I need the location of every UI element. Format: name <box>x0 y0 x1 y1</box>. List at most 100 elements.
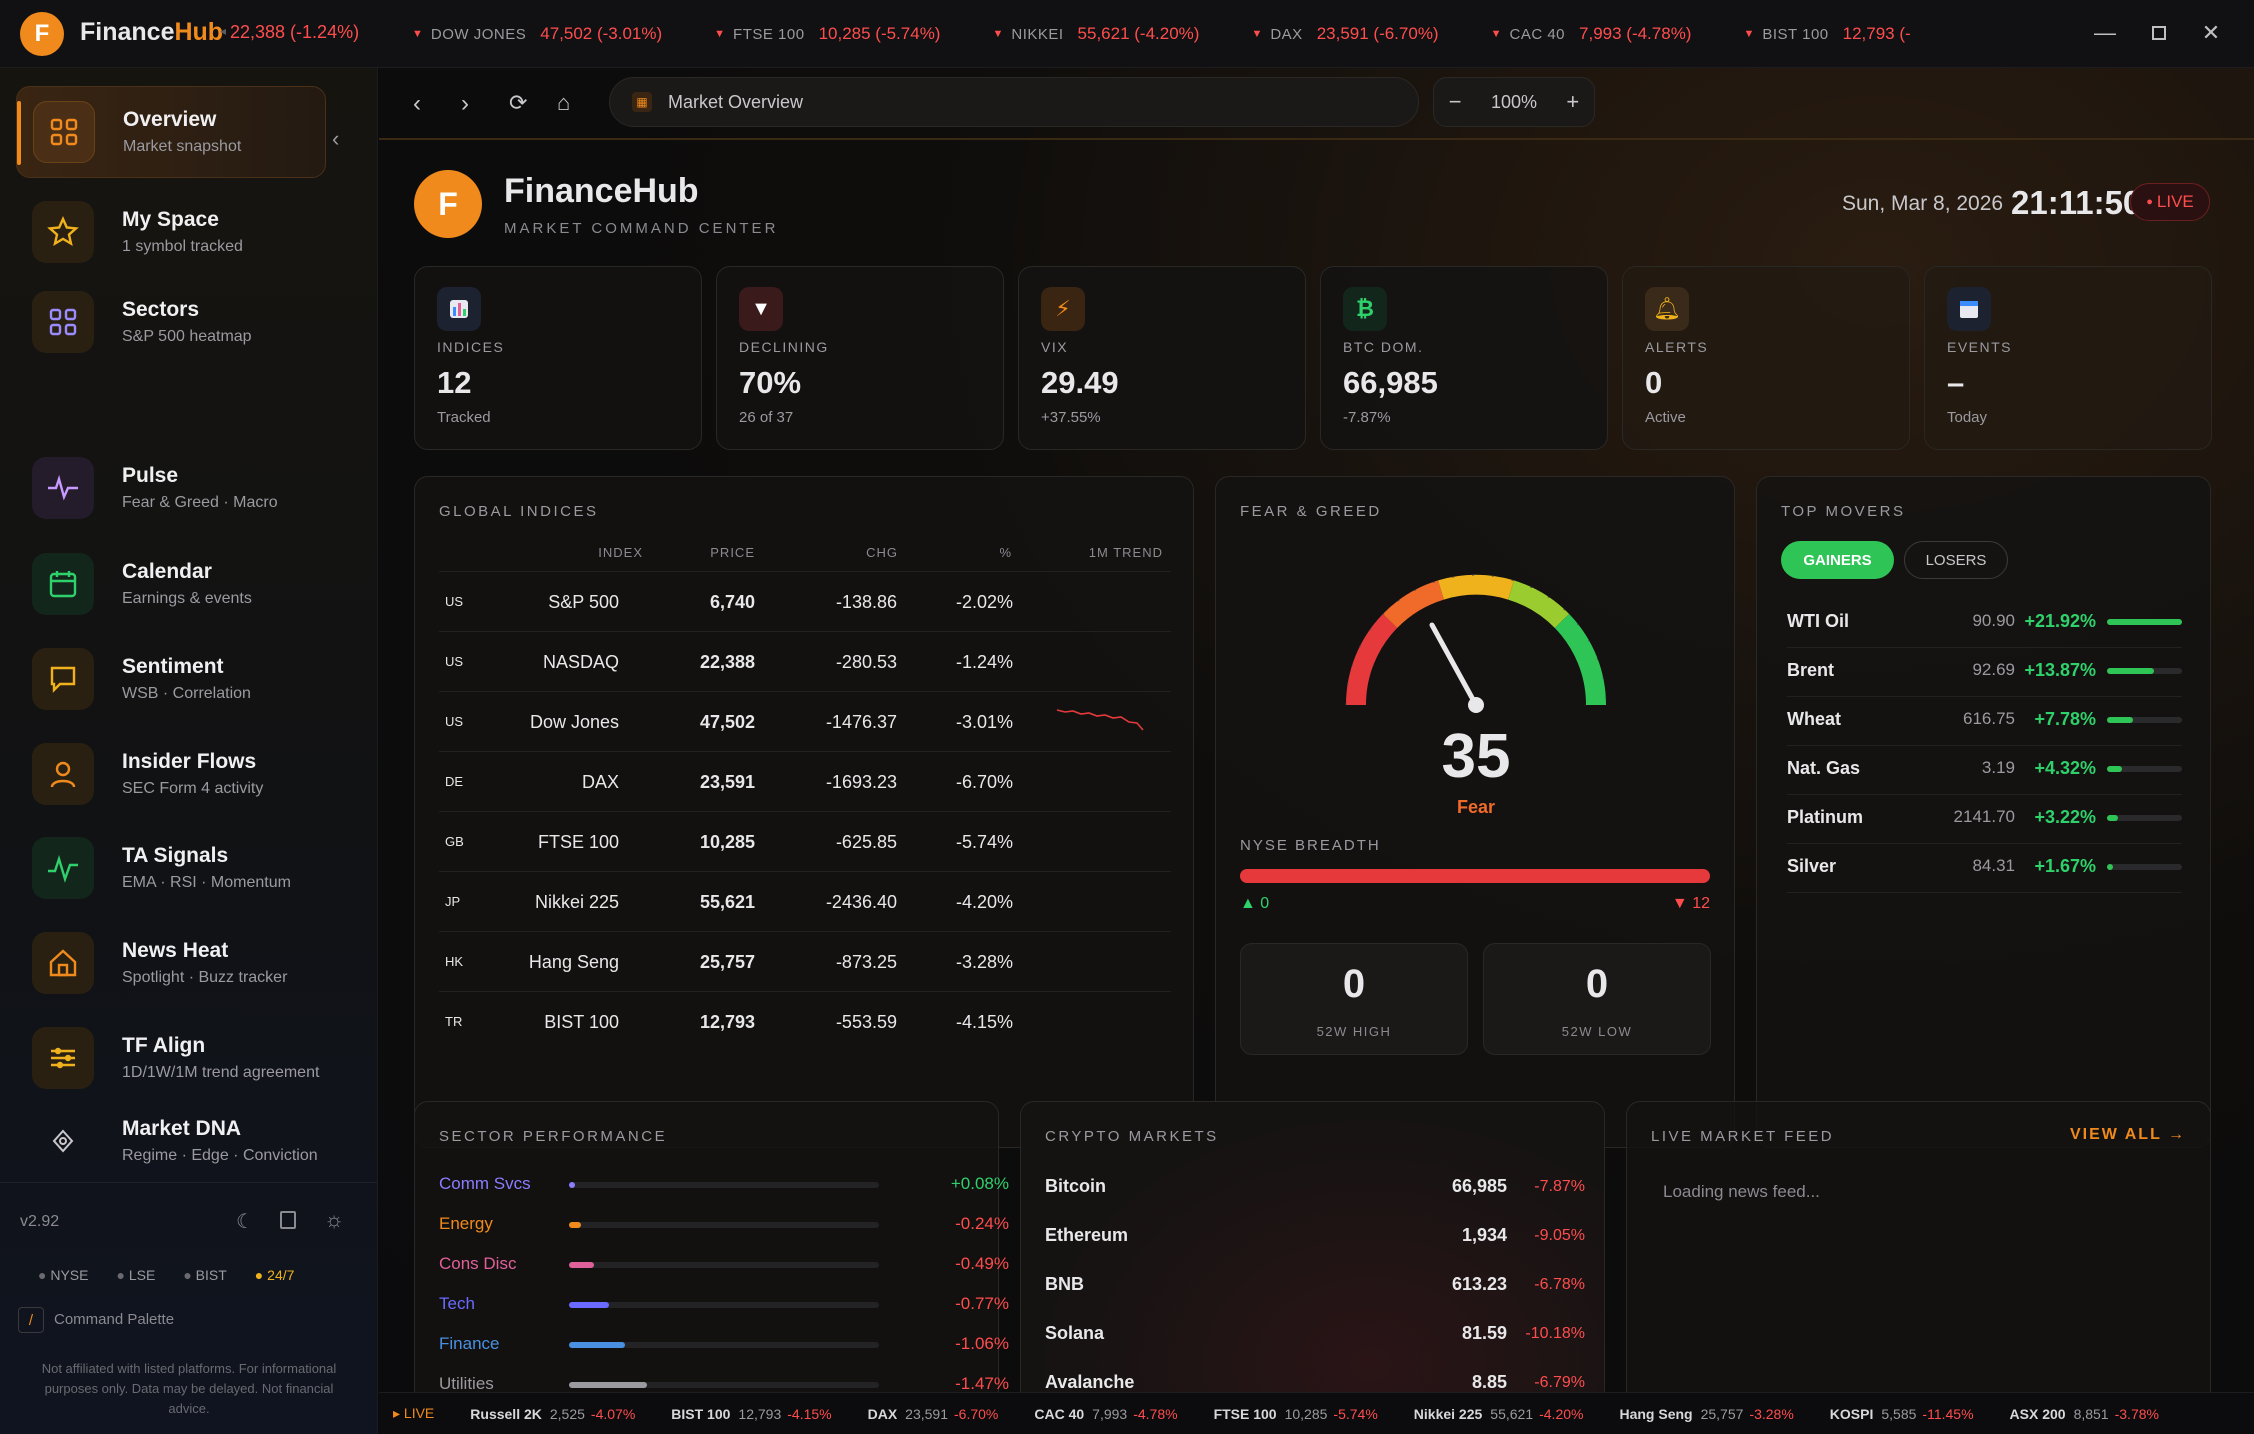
market-crypto: ● 24/7 <box>254 1267 295 1283</box>
index-name: Nikkei 225 <box>534 892 619 912</box>
mover-row[interactable]: Wheat 616.75 +7.78% <box>1787 697 2182 746</box>
ticker-change: -4.78% <box>1133 1405 1178 1422</box>
sidebar-item-news-heat[interactable]: News Heat Spotlight · Buzz tracker <box>16 917 326 1009</box>
command-key-badge: / <box>18 1307 44 1333</box>
stat-value: – <box>1947 365 1965 400</box>
stat-card-alerts[interactable]: 🔔︎ ALERTS 0 Active <box>1622 266 1910 450</box>
sector-bar-fill <box>569 1382 647 1388</box>
collapse-sidebar-button[interactable]: ‹ <box>332 126 339 152</box>
crypto-row[interactable]: Solana 81.59 -10.18% <box>1045 1323 1585 1372</box>
sidebar-item-tf-align[interactable]: TF Align 1D/1W/1M trend agreement <box>16 1012 326 1104</box>
sidebar-item-overview[interactable]: Overview Market snapshot <box>16 86 326 178</box>
index-change: -553.59 <box>835 1012 897 1032</box>
index-percent: -1.24% <box>955 652 1013 672</box>
stat-card-vix[interactable]: ⚡ VIX 29.49 +37.55% <box>1018 266 1306 450</box>
crypto-row[interactable]: BNB 613.23 -6.78% <box>1045 1274 1585 1323</box>
sector-row[interactable]: Energy -0.24% <box>439 1214 1009 1254</box>
index-percent: -6.70% <box>955 772 1013 792</box>
ticker-price: 25,757 <box>1700 1405 1744 1422</box>
mover-bar <box>2107 619 2182 625</box>
maximize-button[interactable] <box>2144 18 2174 48</box>
sector-row[interactable]: Cons Disc -0.49% <box>439 1254 1009 1294</box>
sector-row[interactable]: Tech -0.77% <box>439 1294 1009 1334</box>
stat-card-declining[interactable]: ▼ DECLINING 70% 26 of 37 <box>716 266 1004 450</box>
ticker-name: FTSE 100 <box>1213 1405 1277 1422</box>
sidebar-item-pulse[interactable]: Pulse Fear & Greed · Macro <box>16 442 326 534</box>
index-name: BIST 100 <box>544 1012 619 1032</box>
sun-icon[interactable]: ☼ <box>324 1207 344 1233</box>
mover-bar <box>2107 815 2182 821</box>
ticker-item: ▼ FTSE 100 10,285 (-5.74%) <box>714 24 941 43</box>
zoom-level: 100% <box>1490 91 1538 112</box>
sidebar-item-insider-flows[interactable]: Insider Flows SEC Form 4 activity <box>16 728 326 820</box>
view-all-link[interactable]: VIEW ALL → <box>2070 1126 2186 1144</box>
sidebar-item-calendar[interactable]: Calendar Earnings & events <box>16 538 326 630</box>
sector-row[interactable]: Comm Svcs +0.08% <box>439 1174 1009 1214</box>
nav-subtitle: Earnings & events <box>122 590 252 607</box>
nav-title: TA Signals <box>122 844 229 867</box>
mover-price: 2141.70 <box>1953 807 2015 826</box>
back-button[interactable]: ‹ <box>413 90 421 118</box>
table-row[interactable]: JP Nikkei 225 55,621 -2436.40 -4.20% <box>439 871 1171 931</box>
down-triangle-icon: ▼ <box>412 28 423 40</box>
home-icon <box>32 932 94 994</box>
nav-subtitle: Fear & Greed · Macro <box>122 494 278 511</box>
live-badge: ● LIVE <box>2130 183 2210 221</box>
tab-gainers[interactable]: GAINERS <box>1781 541 1894 579</box>
sidebar-item-ta-signals[interactable]: TA Signals EMA · RSI · Momentum <box>16 822 326 914</box>
index-change: -1476.37 <box>825 712 897 732</box>
sidebar-item-sentiment[interactable]: Sentiment WSB · Correlation <box>16 633 326 725</box>
home-button[interactable]: ⌂ <box>557 90 570 116</box>
bitcoin-icon: ₿ <box>1343 287 1387 331</box>
sector-row[interactable]: Finance -1.06% <box>439 1334 1009 1374</box>
mover-row[interactable]: Nat. Gas 3.19 +4.32% <box>1787 746 2182 795</box>
table-row[interactable]: TR BIST 100 12,793 -553.59 -4.15% <box>439 991 1171 1051</box>
bottom-ticker-item: Nikkei 225 55,621 -4.20% <box>1414 1406 1584 1422</box>
sidebar-item-sectors[interactable]: Sectors S&P 500 heatmap <box>16 276 326 368</box>
down-triangle-icon: ▼ <box>1743 28 1755 40</box>
mover-price: 90.90 <box>1972 611 2015 630</box>
mover-row[interactable]: WTI Oil 90.90 +21.92% <box>1787 599 2182 648</box>
stat-card-btc-dominance[interactable]: ₿ BTC DOM. 66,985 -7.87% <box>1320 266 1608 450</box>
live-feed-panel: LIVE MARKET FEED VIEW ALL → Loading news… <box>1626 1101 2211 1431</box>
close-button[interactable]: ✕ <box>2196 18 2226 48</box>
table-row[interactable]: HK Hang Seng 25,757 -873.25 -3.28% <box>439 931 1171 991</box>
stat-card-indices[interactable]: INDICES 12 Tracked <box>414 266 702 450</box>
table-row[interactable]: GB FTSE 100 10,285 -625.85 -5.74% <box>439 811 1171 871</box>
mover-row[interactable]: Platinum 2141.70 +3.22% <box>1787 795 2182 844</box>
ticker-change: -11.45% <box>1922 1405 1974 1422</box>
clock: 21:11:50 <box>2011 184 2142 221</box>
mover-bar <box>2107 864 2182 870</box>
ticker-price: 10,285 <box>1284 1405 1328 1422</box>
tab-losers[interactable]: LOSERS <box>1904 541 2008 579</box>
command-palette-button[interactable]: Command Palette <box>54 1311 174 1328</box>
crypto-row[interactable]: Ethereum 1,934 -9.05% <box>1045 1225 1585 1274</box>
table-row[interactable]: DE DAX 23,591 -1693.23 -6.70% <box>439 751 1171 811</box>
col-header-pct: % <box>999 545 1012 560</box>
zoom-out-button[interactable]: − <box>1449 89 1462 115</box>
fear-greed-label: Fear <box>1456 797 1496 817</box>
ticker-item: ▼ DAX 23,591 (-6.70%) <box>1251 24 1439 43</box>
user-icon <box>32 743 94 805</box>
mover-row[interactable]: Silver 84.31 +1.67% <box>1787 844 2182 893</box>
ticker-name: KOSPI <box>1829 1405 1874 1422</box>
crypto-row[interactable]: Bitcoin 66,985 -7.87% <box>1045 1176 1585 1225</box>
address-bar[interactable]: ▦ Market Overview <box>609 77 1419 127</box>
minimize-button[interactable]: — <box>2090 18 2120 48</box>
chat-icon <box>32 648 94 710</box>
moon-icon[interactable]: ☾ <box>236 1209 254 1234</box>
mover-row[interactable]: Brent 92.69 +13.87% <box>1787 648 2182 697</box>
stat-card-events[interactable]: EVENTS – Today <box>1924 266 2212 450</box>
crypto-name: Solana <box>1045 1323 1105 1343</box>
table-row[interactable]: US S&P 500 6,740 -138.86 -2.02% <box>439 571 1171 631</box>
sidebar-item-my-space[interactable]: My Space 1 symbol tracked <box>16 186 326 278</box>
table-row[interactable]: US Dow Jones 47,502 -1476.37 -3.01% <box>439 691 1171 751</box>
refresh-icon[interactable]: ⟳ <box>509 90 527 116</box>
forward-button[interactable]: › <box>461 90 469 118</box>
index-percent: -2.02% <box>955 592 1013 612</box>
sidebar-item-market-dna[interactable]: Market DNA Regime · Edge · Conviction <box>16 1106 326 1176</box>
sector-bar-fill <box>569 1262 594 1268</box>
table-row[interactable]: US NASDAQ 22,388 -280.53 -1.24% <box>439 631 1171 691</box>
document-icon[interactable] <box>280 1211 296 1229</box>
zoom-in-button[interactable]: + <box>1566 89 1579 115</box>
